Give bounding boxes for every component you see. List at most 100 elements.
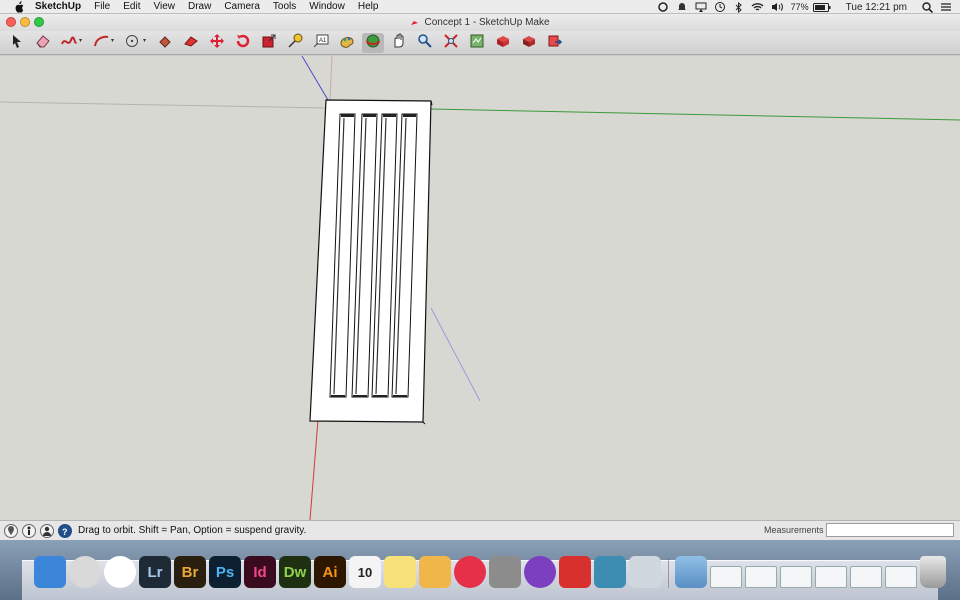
send-to-layout-tool-button[interactable] <box>544 33 566 53</box>
eraser-tool-button[interactable] <box>32 33 54 53</box>
spotlight-search-icon[interactable] <box>919 0 935 14</box>
dock-label: Dw <box>283 563 307 581</box>
minimize-window-button[interactable] <box>20 17 30 27</box>
dock-indesign-icon[interactable]: Id <box>244 556 276 588</box>
battery-icon[interactable] <box>812 0 832 14</box>
dock-screenshot-4-icon[interactable] <box>850 566 882 588</box>
freehand-tool-button[interactable] <box>58 33 86 53</box>
dock-calendar-icon[interactable]: 10 <box>349 556 381 588</box>
wifi-icon[interactable] <box>750 0 766 14</box>
menu-draw[interactable]: Draw <box>188 1 211 12</box>
zoom-tool-button[interactable] <box>414 33 436 53</box>
pan-tool-button[interactable] <box>388 33 410 53</box>
circle-icon <box>124 34 148 51</box>
menu-tools[interactable]: Tools <box>273 1 296 12</box>
dock-screenshot-2-icon[interactable] <box>780 566 812 588</box>
dock-trash-icon[interactable] <box>920 556 946 588</box>
extension-warehouse-tool-button[interactable] <box>492 33 514 53</box>
select-tool-button[interactable] <box>6 33 28 53</box>
dock-chrome-icon[interactable] <box>104 556 136 588</box>
dock-sketchup-icon[interactable] <box>559 556 591 588</box>
notifications-icon[interactable] <box>674 0 690 14</box>
bluetooth-icon[interactable] <box>731 0 747 14</box>
dock-pages-icon[interactable] <box>419 556 451 588</box>
creative-cloud-icon[interactable] <box>655 0 671 14</box>
zoom-extents-tool-button[interactable] <box>440 33 462 53</box>
dock-screenshot-1-icon[interactable] <box>745 566 777 588</box>
airplay-icon[interactable] <box>693 0 709 14</box>
sketchup-toolbar: A1 <box>0 31 960 55</box>
arc-tool-button[interactable] <box>90 33 118 53</box>
scale-tool-button[interactable] <box>258 33 280 53</box>
eraser-icon <box>35 34 51 51</box>
geo-location-icon[interactable] <box>4 523 18 538</box>
rotate-tool-button[interactable] <box>232 33 254 53</box>
menu-help[interactable]: Help <box>358 1 379 12</box>
measurements-input[interactable] <box>826 523 954 537</box>
zoom-window-button[interactable] <box>34 17 44 27</box>
dock-dreamweaver-icon[interactable]: Dw <box>279 556 311 588</box>
menu-app-sketchup[interactable]: SketchUp <box>35 1 81 12</box>
dock-applications-folder-icon[interactable] <box>675 556 707 588</box>
dock-system-preferences-icon[interactable] <box>489 556 521 588</box>
dock-screenshot-3-icon[interactable] <box>815 566 847 588</box>
orbit-tool-button[interactable] <box>362 32 384 53</box>
measurements-label: Measurements <box>764 525 824 535</box>
battery-percent: 77% <box>790 2 809 12</box>
dock-stickies-alt-icon[interactable] <box>629 556 661 588</box>
move-tool-button[interactable] <box>206 33 228 53</box>
tape-measure-tool-button[interactable] <box>284 33 306 53</box>
volume-icon[interactable] <box>769 0 785 14</box>
dock-background: Lr Br Ps Id Dw Ai 10 <box>0 540 960 600</box>
menu-view[interactable]: View <box>153 1 175 12</box>
menubar-status-area: 77% Tue 12:21 pm <box>652 0 960 14</box>
push-pull-tool-button[interactable] <box>180 33 202 53</box>
dock-finder-icon[interactable] <box>34 556 66 588</box>
warehouse-map-icon <box>469 33 485 52</box>
menu-window[interactable]: Window <box>309 1 345 12</box>
svg-text:A1: A1 <box>319 38 327 44</box>
menu-edit[interactable]: Edit <box>123 1 140 12</box>
zoom-extents-icon <box>443 33 459 52</box>
dock-downloads-stack-icon[interactable] <box>710 566 742 588</box>
close-window-button[interactable] <box>6 17 16 27</box>
paint-bucket-tool-button[interactable] <box>154 33 176 53</box>
menubar-clock[interactable]: Tue 12:21 pm <box>846 2 907 13</box>
dock-photoshop-icon[interactable]: Ps <box>209 556 241 588</box>
move-arrows-icon <box>209 33 225 52</box>
layout-boxes-icon <box>521 33 537 52</box>
dock-vlc-player-icon[interactable] <box>524 556 556 588</box>
dock-screenshot-5-icon[interactable] <box>885 566 917 588</box>
notification-center-icon[interactable] <box>938 0 954 14</box>
dock-messages-app-icon[interactable] <box>594 556 626 588</box>
sketchup-3d-viewport[interactable] <box>0 56 960 520</box>
text-tool-button[interactable]: A1 <box>310 33 332 53</box>
pan-hand-icon <box>391 33 407 52</box>
dock-lightroom-icon[interactable]: Lr <box>139 556 171 588</box>
dock-label: Ps <box>215 563 235 581</box>
rotate-icon <box>235 33 251 52</box>
window-titlebar[interactable]: Concept 1 - SketchUp Make <box>0 14 960 31</box>
instructor-help-icon[interactable]: ? <box>58 523 72 538</box>
credits-info-icon[interactable] <box>22 523 36 538</box>
menu-file[interactable]: File <box>94 1 110 12</box>
apple-menu-icon[interactable] <box>12 0 26 14</box>
menu-camera[interactable]: Camera <box>224 1 260 12</box>
time-machine-icon[interactable] <box>712 0 728 14</box>
dock-stickies-icon[interactable] <box>384 556 416 588</box>
model-canvas[interactable] <box>0 56 960 520</box>
door-panel-model <box>309 99 433 425</box>
dock-illustrator-icon[interactable]: Ai <box>314 556 346 588</box>
window-controls <box>6 17 48 27</box>
dock-label: Id <box>253 563 267 581</box>
dock-bridge-icon[interactable]: Br <box>174 556 206 588</box>
shape-tool-button[interactable] <box>122 33 150 53</box>
paint-tool-button[interactable] <box>336 33 358 53</box>
text-label-icon: A1 <box>313 34 329 51</box>
dock-itunes-icon[interactable] <box>454 556 486 588</box>
3d-warehouse-tool-button[interactable] <box>466 33 488 53</box>
user-account-icon[interactable] <box>40 523 54 538</box>
layout-tool-button[interactable] <box>518 33 540 53</box>
dock-launchpad-icon[interactable] <box>69 556 101 588</box>
window-title: Concept 1 - SketchUp Make <box>424 17 550 28</box>
